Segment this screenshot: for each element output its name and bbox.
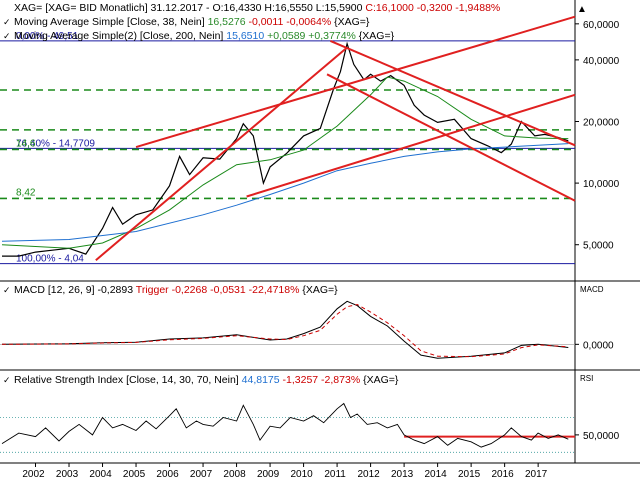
x-axis-tick-label: 2007 — [190, 469, 213, 480]
x-axis-tick-label: 2017 — [525, 469, 548, 480]
ma200-legend: Moving Average Simple(2) [Close, 200, Ne… — [14, 30, 395, 42]
instrument-header-part-0: XAG= [XAG= BID Monatlich] 31.12.2017 - O… — [14, 2, 365, 14]
rsi-toggle-icon[interactable]: ✓ — [3, 375, 11, 385]
x-axis-tick-label: 2008 — [223, 469, 246, 480]
price-y-tick-label: 5,0000 — [583, 241, 614, 252]
fib-level-label: 100,00% - 4,04 — [16, 254, 84, 265]
rsi-line — [1, 402, 569, 448]
ma38-legend-part-1: 16,5276 — [208, 16, 249, 28]
instrument-header: XAG= [XAG= BID Monatlich] 31.12.2017 - O… — [14, 2, 500, 14]
chart-canvas: 60,000040,000020,000010,00005,00000,00% … — [0, 0, 640, 480]
price-y-tick-label: 20,0000 — [583, 117, 620, 128]
x-axis-tick-label: 2010 — [290, 469, 313, 480]
ma38-legend-part-2: -0,0011 -0,0064% — [248, 16, 334, 28]
x-axis-tick-label: 2009 — [257, 469, 280, 480]
ma200-legend-part-3: {XAG=} — [359, 30, 395, 42]
price-y-tick-label: 10,0000 — [583, 179, 620, 190]
rsi-legend-part-2: -1,3257 -2,873% — [283, 374, 364, 386]
x-axis-tick-label: 2004 — [89, 469, 112, 480]
support-level-label: 8,42 — [16, 187, 36, 198]
macd-corner-label: MACD — [580, 285, 604, 294]
x-axis-tick-label: 2015 — [458, 469, 481, 480]
rsi-corner-label: RSI — [580, 374, 593, 383]
x-axis-tick-label: 2013 — [391, 469, 414, 480]
rsi-legend-part-3: {XAG=} — [363, 374, 399, 386]
ma200-toggle-icon[interactable]: ✓ — [3, 31, 11, 41]
ma38-legend-part-3: {XAG=} — [334, 16, 370, 28]
macd-toggle-icon[interactable]: ✓ — [3, 285, 11, 295]
ma200-legend-part-2: +0,0589 +0,3774% — [267, 30, 359, 42]
instrument-header-part-1: C:16,1000 -0,3200 -1,9488% — [365, 2, 500, 14]
ma38-legend-part-0: Moving Average Simple [Close, 38, Nein] — [14, 16, 208, 28]
macd-legend-part-2: {XAG=} — [302, 284, 338, 296]
ma200-legend-part-1: 15,6510 — [226, 30, 267, 42]
x-axis-tick-label: 2005 — [123, 469, 146, 480]
rsi-legend: Relative Strength Index [Close, 14, 30, … — [14, 374, 399, 386]
ma38-legend: Moving Average Simple [Close, 38, Nein] … — [14, 16, 370, 28]
x-axis-tick-label: 2011 — [324, 469, 346, 480]
price-y-tick-label: 60,0000 — [583, 20, 620, 31]
macd-legend: MACD [12, 26, 9] -0,2893 Trigger -0,2268… — [14, 284, 338, 296]
rsi-y-tick-label: 50,0000 — [583, 431, 620, 442]
x-axis-tick-label: 2016 — [492, 469, 515, 480]
support-level-label: 14,6 — [16, 138, 36, 149]
rsi-legend-part-1: 44,8175 — [242, 374, 283, 386]
ma38-toggle-icon[interactable]: ✓ — [3, 17, 11, 27]
macd-y-tick-label: 0,0000 — [583, 340, 614, 351]
x-axis: 2002 2003 2004 2005 2006 2007 2008 2009 2010 2011… — [22, 463, 548, 480]
macd-legend-part-1: Trigger -0,2268 -0,0531 -22,4718% — [136, 284, 303, 296]
x-axis-tick-label: 2006 — [156, 469, 179, 480]
rsi-legend-part-0: Relative Strength Index [Close, 14, 30, … — [14, 374, 242, 386]
x-axis-tick-label: 2014 — [424, 469, 447, 480]
x-axis-tick-label: 2012 — [357, 469, 380, 480]
price-y-tick-label: 40,0000 — [583, 56, 620, 67]
collapse-icon[interactable]: ▲ — [577, 4, 587, 15]
price-panel[interactable]: 60,000040,000020,000010,00005,00000,00% … — [0, 0, 640, 282]
x-axis-tick-label: 2002 — [22, 469, 45, 480]
macd-panel[interactable]: 0,0000 MACD [12, 26, 9] -0,2893 Trigger … — [0, 281, 640, 371]
rsi-panel[interactable]: 50,0000 Relative Strength Index [Close, … — [0, 370, 640, 464]
x-axis-tick-label: 2003 — [56, 469, 79, 480]
macd-line — [1, 300, 569, 359]
macd-trigger-line — [1, 303, 569, 358]
macd-legend-part-0: MACD [12, 26, 9] -0,2893 — [14, 284, 136, 296]
ma200-legend-part-0: Moving Average Simple(2) [Close, 200, Ne… — [14, 30, 226, 42]
